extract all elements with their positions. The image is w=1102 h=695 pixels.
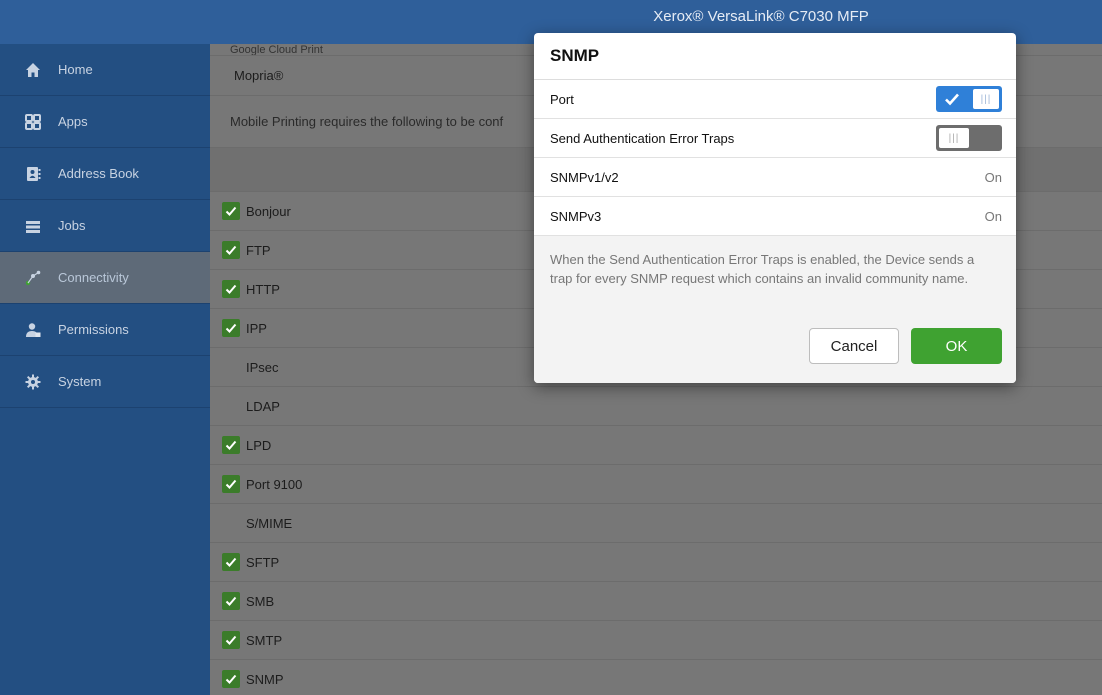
address-book-icon bbox=[24, 165, 42, 183]
dialog-actions: Cancel OK bbox=[534, 315, 1016, 383]
port-label: Port bbox=[550, 91, 574, 107]
checkbox-checked-icon[interactable] bbox=[222, 475, 240, 493]
checkbox-checked-icon[interactable] bbox=[222, 202, 240, 220]
protocol-row[interactable]: SNMP bbox=[210, 660, 1102, 695]
snmpv1v2-value: On bbox=[984, 169, 1002, 185]
toggle-knob: ||| bbox=[973, 89, 999, 109]
snmpv3-label: SNMPv3 bbox=[550, 208, 602, 224]
protocol-row[interactable]: SMB bbox=[210, 582, 1102, 621]
ok-button[interactable]: OK bbox=[911, 328, 1002, 364]
snmp-dialog: SNMP Port ||| Send Authentication Error … bbox=[534, 33, 1016, 383]
permissions-icon bbox=[24, 321, 42, 339]
home-icon bbox=[24, 61, 42, 79]
protocol-row[interactable]: S/MIME bbox=[210, 504, 1102, 543]
protocol-row[interactable]: SFTP bbox=[210, 543, 1102, 582]
snmpv3-value: On bbox=[984, 208, 1002, 224]
checkbox-checked-icon[interactable] bbox=[222, 670, 240, 688]
list-item-label: Google Cloud Print bbox=[230, 44, 323, 56]
sidebar-item-label: Jobs bbox=[58, 218, 86, 233]
checkbox-checked-icon[interactable] bbox=[222, 319, 240, 337]
sidebar: Home Apps Address Book Jobs Connectivity… bbox=[0, 44, 210, 695]
sidebar-item-label: Connectivity bbox=[58, 270, 129, 285]
app-title-text: Xerox® VersaLink® C7030 MFP bbox=[653, 8, 869, 25]
sidebar-item-label: Address Book bbox=[58, 166, 139, 181]
check-icon bbox=[945, 93, 959, 106]
gear-icon bbox=[24, 373, 42, 391]
snmpv1v2-label: SNMPv1/v2 bbox=[550, 169, 619, 185]
protocol-row[interactable]: SMTP bbox=[210, 621, 1102, 660]
sidebar-item-label: Home bbox=[58, 62, 93, 77]
port-row[interactable]: Port ||| bbox=[534, 80, 1016, 119]
protocol-label: HTTP bbox=[246, 281, 280, 297]
sidebar-item-label: Apps bbox=[58, 114, 88, 129]
apps-icon bbox=[24, 113, 42, 131]
protocol-label: IPP bbox=[246, 320, 267, 336]
protocol-label: FTP bbox=[246, 242, 271, 258]
protocol-label: SFTP bbox=[246, 554, 280, 570]
protocol-label: S/MIME bbox=[246, 515, 293, 531]
protocol-label: SMTP bbox=[246, 632, 283, 648]
port-toggle[interactable]: ||| bbox=[936, 86, 1002, 112]
protocol-label: SMB bbox=[246, 593, 275, 609]
sidebar-item-apps[interactable]: Apps bbox=[0, 96, 210, 148]
sidebar-item-address-book[interactable]: Address Book bbox=[0, 148, 210, 200]
sidebar-item-system[interactable]: System bbox=[0, 356, 210, 408]
jobs-icon bbox=[24, 217, 42, 235]
checkbox-checked-icon[interactable] bbox=[222, 631, 240, 649]
protocol-label: Bonjour bbox=[246, 203, 291, 219]
sidebar-item-connectivity[interactable]: Connectivity bbox=[0, 252, 210, 304]
checkbox-checked-icon[interactable] bbox=[222, 280, 240, 298]
checkbox-checked-icon[interactable] bbox=[222, 592, 240, 610]
protocol-row[interactable]: Port 9100 bbox=[210, 465, 1102, 504]
list-item-label: Mopria® bbox=[234, 68, 284, 83]
sidebar-item-label: Permissions bbox=[58, 322, 129, 337]
sidebar-item-label: System bbox=[58, 374, 102, 389]
checkbox-checked-icon[interactable] bbox=[222, 553, 240, 571]
connectivity-icon bbox=[24, 269, 42, 287]
snmpv1v2-row[interactable]: SNMPv1/v2 On bbox=[534, 158, 1016, 197]
checkbox-checked-icon[interactable] bbox=[222, 241, 240, 259]
checkbox-checked-icon[interactable] bbox=[222, 436, 240, 454]
protocol-row[interactable]: LDAP bbox=[210, 387, 1102, 426]
protocol-label: IPsec bbox=[246, 359, 279, 375]
auth-traps-label: Send Authentication Error Traps bbox=[550, 130, 735, 146]
app-title: Xerox® VersaLink® C7030 MFP bbox=[0, 8, 1102, 25]
sidebar-item-home[interactable]: Home bbox=[0, 44, 210, 96]
cancel-button[interactable]: Cancel bbox=[809, 328, 899, 364]
toggle-knob: ||| bbox=[939, 128, 969, 148]
auth-traps-toggle[interactable]: ||| bbox=[936, 125, 1002, 151]
sidebar-item-jobs[interactable]: Jobs bbox=[0, 200, 210, 252]
protocol-label: Port 9100 bbox=[246, 476, 303, 492]
protocol-label: LPD bbox=[246, 437, 272, 453]
protocol-row[interactable]: LPD bbox=[210, 426, 1102, 465]
sidebar-item-permissions[interactable]: Permissions bbox=[0, 304, 210, 356]
info-text: Mobile Printing requires the following t… bbox=[230, 114, 504, 129]
protocol-label: SNMP bbox=[246, 671, 284, 687]
snmpv3-row[interactable]: SNMPv3 On bbox=[534, 197, 1016, 236]
dialog-title: SNMP bbox=[534, 33, 1016, 80]
auth-traps-row[interactable]: Send Authentication Error Traps ||| bbox=[534, 119, 1016, 158]
protocol-label: LDAP bbox=[246, 398, 280, 414]
